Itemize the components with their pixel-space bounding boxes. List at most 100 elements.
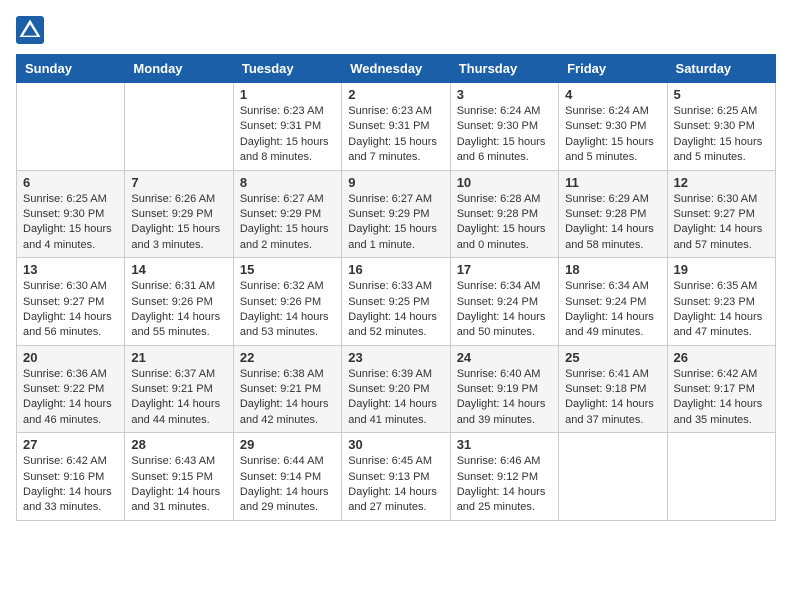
day-number: 10: [457, 175, 552, 190]
day-info: Sunrise: 6:39 AM Sunset: 9:20 PM Dayligh…: [348, 367, 443, 429]
calendar-cell: [125, 83, 233, 171]
day-number: 13: [23, 262, 118, 277]
calendar-cell: 15 Sunrise: 6:32 AM Sunset: 9:26 PM Dayli…: [233, 258, 341, 346]
calendar-week-row: 6Sunrise: 6:25 AM Sunset: 9:30 PM Daylig…: [17, 170, 776, 258]
calendar-cell: [559, 433, 667, 521]
calendar-cell: 3 Sunrise: 6:24 AM Sunset: 9:30 PM Daylig…: [450, 83, 558, 171]
column-header-thursday: Thursday: [450, 55, 558, 83]
calendar-cell: 30 Sunrise: 6:45 AM Sunset: 9:13 PM Dayli…: [342, 433, 450, 521]
day-number: 9: [348, 175, 443, 190]
day-info: Sunrise: 6:28 AM Sunset: 9:28 PM Dayligh…: [457, 192, 552, 254]
day-info: Sunrise: 6:30 AM Sunset: 9:27 PM Dayligh…: [674, 192, 769, 254]
day-number: 14: [131, 262, 226, 277]
day-number: 23: [348, 350, 443, 365]
day-info: Sunrise: 6:37 AM Sunset: 9:21 PM Dayligh…: [131, 367, 226, 429]
day-info: Sunrise: 6:36 AM Sunset: 9:22 PM Dayligh…: [23, 367, 118, 429]
calendar-cell: 24 Sunrise: 6:40 AM Sunset: 9:19 PM Dayli…: [450, 345, 558, 433]
day-info: Sunrise: 6:31 AM Sunset: 9:26 PM Dayligh…: [131, 279, 226, 341]
calendar-cell: 5Sunrise: 6:25 AM Sunset: 9:30 PM Daylig…: [667, 83, 775, 171]
day-number: 6: [23, 175, 118, 190]
calendar-cell: 14 Sunrise: 6:31 AM Sunset: 9:26 PM Dayli…: [125, 258, 233, 346]
day-info: Sunrise: 6:35 AM Sunset: 9:23 PM Dayligh…: [674, 279, 769, 341]
calendar-week-row: 20 Sunrise: 6:36 AM Sunset: 9:22 PM Dayli…: [17, 345, 776, 433]
day-info: Sunrise: 6:38 AM Sunset: 9:21 PM Dayligh…: [240, 367, 335, 429]
day-number: 18: [565, 262, 660, 277]
day-number: 11: [565, 175, 660, 190]
day-number: 25: [565, 350, 660, 365]
day-info: Sunrise: 6:43 AM Sunset: 9:15 PM Dayligh…: [131, 454, 226, 516]
day-number: 2: [348, 87, 443, 102]
calendar-cell: 16 Sunrise: 6:33 AM Sunset: 9:25 PM Dayli…: [342, 258, 450, 346]
day-info: Sunrise: 6:24 AM Sunset: 9:30 PM Dayligh…: [457, 104, 552, 166]
day-info: Sunrise: 6:26 AM Sunset: 9:29 PM Dayligh…: [131, 192, 226, 254]
day-number: 24: [457, 350, 552, 365]
day-info: Sunrise: 6:32 AM Sunset: 9:26 PM Dayligh…: [240, 279, 335, 341]
day-number: 28: [131, 437, 226, 452]
day-info: Sunrise: 6:45 AM Sunset: 9:13 PM Dayligh…: [348, 454, 443, 516]
calendar-week-row: 13 Sunrise: 6:30 AM Sunset: 9:27 PM Dayli…: [17, 258, 776, 346]
calendar-cell: 21 Sunrise: 6:37 AM Sunset: 9:21 PM Dayli…: [125, 345, 233, 433]
day-number: 4: [565, 87, 660, 102]
day-info: Sunrise: 6:44 AM Sunset: 9:14 PM Dayligh…: [240, 454, 335, 516]
column-header-tuesday: Tuesday: [233, 55, 341, 83]
calendar-cell: 11 Sunrise: 6:29 AM Sunset: 9:28 PM Dayli…: [559, 170, 667, 258]
day-number: 3: [457, 87, 552, 102]
day-info: Sunrise: 6:27 AM Sunset: 9:29 PM Dayligh…: [240, 192, 335, 254]
calendar-cell: 10 Sunrise: 6:28 AM Sunset: 9:28 PM Dayli…: [450, 170, 558, 258]
day-number: 17: [457, 262, 552, 277]
day-info: Sunrise: 6:34 AM Sunset: 9:24 PM Dayligh…: [565, 279, 660, 341]
calendar-cell: 2 Sunrise: 6:23 AM Sunset: 9:31 PM Daylig…: [342, 83, 450, 171]
day-number: 29: [240, 437, 335, 452]
calendar-cell: 25 Sunrise: 6:41 AM Sunset: 9:18 PM Dayli…: [559, 345, 667, 433]
calendar-cell: 29 Sunrise: 6:44 AM Sunset: 9:14 PM Dayli…: [233, 433, 341, 521]
column-header-sunday: Sunday: [17, 55, 125, 83]
calendar-header-row: SundayMondayTuesdayWednesdayThursdayFrid…: [17, 55, 776, 83]
calendar-cell: 17Sunrise: 6:34 AM Sunset: 9:24 PM Dayli…: [450, 258, 558, 346]
calendar-cell: 20 Sunrise: 6:36 AM Sunset: 9:22 PM Dayli…: [17, 345, 125, 433]
day-number: 27: [23, 437, 118, 452]
day-number: 21: [131, 350, 226, 365]
page-header: [16, 16, 776, 44]
day-number: 20: [23, 350, 118, 365]
day-number: 7: [131, 175, 226, 190]
calendar-cell: 8 Sunrise: 6:27 AM Sunset: 9:29 PM Daylig…: [233, 170, 341, 258]
day-info: Sunrise: 6:24 AM Sunset: 9:30 PM Dayligh…: [565, 104, 660, 166]
day-number: 30: [348, 437, 443, 452]
calendar-cell: [17, 83, 125, 171]
column-header-friday: Friday: [559, 55, 667, 83]
calendar-cell: [667, 433, 775, 521]
day-info: Sunrise: 6:40 AM Sunset: 9:19 PM Dayligh…: [457, 367, 552, 429]
day-info: Sunrise: 6:23 AM Sunset: 9:31 PM Dayligh…: [348, 104, 443, 166]
day-info: Sunrise: 6:30 AM Sunset: 9:27 PM Dayligh…: [23, 279, 118, 341]
calendar-cell: 23 Sunrise: 6:39 AM Sunset: 9:20 PM Dayli…: [342, 345, 450, 433]
day-number: 1: [240, 87, 335, 102]
day-info: Sunrise: 6:29 AM Sunset: 9:28 PM Dayligh…: [565, 192, 660, 254]
calendar-cell: 4 Sunrise: 6:24 AM Sunset: 9:30 PM Daylig…: [559, 83, 667, 171]
day-number: 31: [457, 437, 552, 452]
day-number: 8: [240, 175, 335, 190]
day-info: Sunrise: 6:42 AM Sunset: 9:16 PM Dayligh…: [23, 454, 118, 516]
day-number: 22: [240, 350, 335, 365]
calendar-cell: 28 Sunrise: 6:43 AM Sunset: 9:15 PM Dayli…: [125, 433, 233, 521]
day-info: Sunrise: 6:27 AM Sunset: 9:29 PM Dayligh…: [348, 192, 443, 254]
calendar-cell: 1 Sunrise: 6:23 AM Sunset: 9:31 PM Daylig…: [233, 83, 341, 171]
logo: [16, 16, 50, 44]
day-number: 15: [240, 262, 335, 277]
calendar-cell: 7 Sunrise: 6:26 AM Sunset: 9:29 PM Daylig…: [125, 170, 233, 258]
calendar-week-row: 1 Sunrise: 6:23 AM Sunset: 9:31 PM Daylig…: [17, 83, 776, 171]
calendar-week-row: 27 Sunrise: 6:42 AM Sunset: 9:16 PM Dayli…: [17, 433, 776, 521]
day-number: 5: [674, 87, 769, 102]
day-info: Sunrise: 6:46 AM Sunset: 9:12 PM Dayligh…: [457, 454, 552, 516]
calendar-cell: 31 Sunrise: 6:46 AM Sunset: 9:12 PM Dayli…: [450, 433, 558, 521]
day-info: Sunrise: 6:23 AM Sunset: 9:31 PM Dayligh…: [240, 104, 335, 166]
day-number: 26: [674, 350, 769, 365]
calendar-table: SundayMondayTuesdayWednesdayThursdayFrid…: [16, 54, 776, 521]
calendar-cell: 18 Sunrise: 6:34 AM Sunset: 9:24 PM Dayli…: [559, 258, 667, 346]
day-info: Sunrise: 6:33 AM Sunset: 9:25 PM Dayligh…: [348, 279, 443, 341]
calendar-cell: 12Sunrise: 6:30 AM Sunset: 9:27 PM Dayli…: [667, 170, 775, 258]
day-number: 16: [348, 262, 443, 277]
day-number: 19: [674, 262, 769, 277]
calendar-cell: 6Sunrise: 6:25 AM Sunset: 9:30 PM Daylig…: [17, 170, 125, 258]
column-header-monday: Monday: [125, 55, 233, 83]
day-info: Sunrise: 6:41 AM Sunset: 9:18 PM Dayligh…: [565, 367, 660, 429]
